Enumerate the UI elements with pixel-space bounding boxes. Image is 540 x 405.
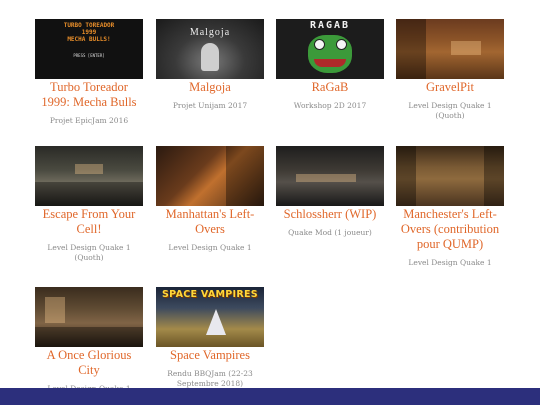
thumbnail-shade <box>396 146 416 206</box>
project-subtitle: Rendu BBQJam (22-23 Septembre 2018) <box>167 369 253 388</box>
thumbnail-shade <box>35 182 143 206</box>
thumbnail-shade <box>35 327 143 347</box>
project-card: RAGAB RaGaB Workshop 2D 2017 <box>276 19 384 111</box>
project-card: SPACE VAMPIRES Space Vampires Rendu BBQJ… <box>156 287 264 389</box>
project-thumbnail[interactable]: TURBO TOREADOR 1999 MECHA BULLS! PRESS [… <box>35 19 143 79</box>
project-title-link[interactable]: Schlossherr (WIP) <box>276 207 384 222</box>
project-thumbnail[interactable] <box>396 146 504 206</box>
project-title-link[interactable]: Space Vampires <box>156 348 264 363</box>
project-thumbnail[interactable] <box>396 19 504 79</box>
project-title-link[interactable]: GravelPit <box>396 80 504 95</box>
project-subtitle: Level Design Quake 1 <box>408 258 492 267</box>
thumbnail-light <box>45 297 65 323</box>
project-card: Escape From Your Cell! Level Design Quak… <box>35 146 143 263</box>
project-title-link[interactable]: A Once Glorious City <box>35 348 143 378</box>
projects-grid: TURBO TOREADOR 1999 MECHA BULLS! PRESS [… <box>0 0 540 393</box>
thumbnail-press-enter: PRESS [ENTER] <box>73 53 105 58</box>
thumbnail-shade <box>396 19 426 79</box>
thumbnail-title-line: TURBO TOREADOR <box>63 22 115 29</box>
project-subtitle: Projet Unijam 2017 <box>172 101 248 110</box>
project-thumbnail[interactable] <box>156 146 264 206</box>
thumbnail-light <box>75 164 103 174</box>
project-card: GravelPit Level Design Quake 1 (Quoth) <box>396 19 504 121</box>
thumbnail-shade <box>226 146 264 206</box>
project-thumbnail[interactable] <box>276 146 384 206</box>
frog-eye <box>336 39 347 50</box>
project-card: Malgoja Malgoja Projet Unijam 2017 <box>156 19 264 111</box>
project-thumbnail[interactable]: RAGAB <box>276 19 384 79</box>
project-thumbnail[interactable] <box>35 146 143 206</box>
thumbnail-title-line: 1999 <box>81 29 97 36</box>
project-subtitle: Level Design Quake 1 (Quoth) <box>408 101 492 120</box>
project-card: Manchester's Left-Overs (contribution po… <box>396 146 504 268</box>
spaceship-image <box>206 309 226 335</box>
footer-bar <box>0 388 540 405</box>
project-title-link[interactable]: Manhattan's Left-Overs <box>156 207 264 237</box>
project-thumbnail[interactable] <box>35 287 143 347</box>
thumbnail-figure <box>201 43 219 71</box>
project-thumbnail[interactable]: SPACE VAMPIRES <box>156 287 264 347</box>
thumbnail-light <box>451 41 481 55</box>
project-subtitle: Projet EpicJam 2016 <box>49 116 129 125</box>
project-card: TURBO TOREADOR 1999 MECHA BULLS! PRESS [… <box>35 19 143 126</box>
frog-eye <box>314 39 325 50</box>
project-thumbnail[interactable]: Malgoja <box>156 19 264 79</box>
frog-mouth <box>314 59 346 67</box>
project-title-link[interactable]: Manchester's Left-Overs (contribution po… <box>396 207 504 252</box>
thumbnail-title: RAGAB <box>309 20 351 31</box>
project-card: A Once Glorious City Level Design Quake … <box>35 287 143 394</box>
project-title-link[interactable]: RaGaB <box>276 80 384 95</box>
project-subtitle: Quake Mod (1 joueur) <box>288 228 372 237</box>
thumbnail-title-line: MECHA BULLS! <box>67 36 111 43</box>
project-subtitle: Workshop 2D 2017 <box>293 101 367 110</box>
thumbnail-title: SPACE VAMPIRES <box>162 289 258 300</box>
project-title-link[interactable]: Turbo Toreador 1999: Mecha Bulls <box>35 80 143 110</box>
thumbnail-title: TURBO TOREADOR 1999 MECHA BULLS! <box>35 22 143 43</box>
project-card: Schlossherr (WIP) Quake Mod (1 joueur) <box>276 146 384 238</box>
project-subtitle: Level Design Quake 1 <box>168 243 252 252</box>
project-subtitle: Level Design Quake 1 (Quoth) <box>47 243 131 262</box>
project-title-link[interactable]: Escape From Your Cell! <box>35 207 143 237</box>
thumbnail-title: Malgoja <box>189 27 231 38</box>
thumbnail-shade <box>484 146 504 206</box>
project-card: Manhattan's Left-Overs Level Design Quak… <box>156 146 264 253</box>
project-title-link[interactable]: Malgoja <box>156 80 264 95</box>
thumbnail-light <box>296 174 356 182</box>
